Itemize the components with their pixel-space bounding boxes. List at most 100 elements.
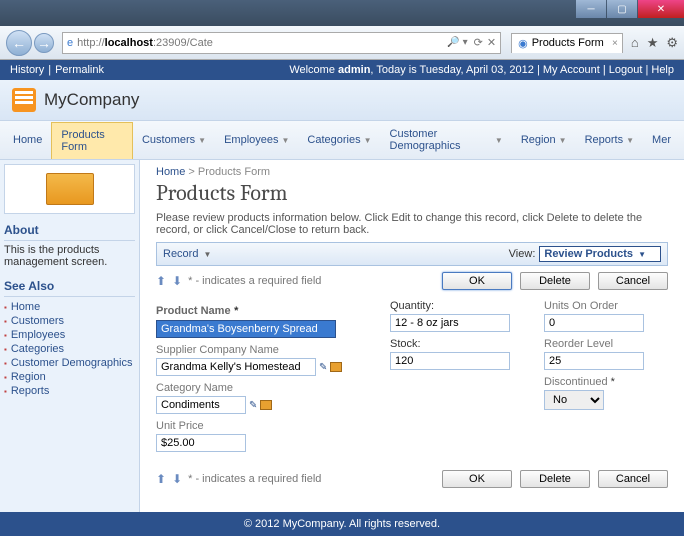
sidebar-item: Region (4, 370, 135, 384)
edit-icon[interactable]: ✎ (249, 400, 257, 411)
brand-name: MyCompany (44, 90, 139, 110)
nav-employees[interactable]: Employees▼ (215, 121, 298, 159)
brand-logo-icon (12, 88, 36, 112)
welcome-prefix: Welcome (289, 64, 338, 76)
lookup-icon[interactable] (330, 362, 342, 372)
window: ─ ▢ ✕ ← → e http://localhost:23909/Cate … (0, 0, 684, 536)
nav-reports[interactable]: Reports▼ (576, 121, 643, 159)
ok-button[interactable]: OK (442, 272, 512, 290)
lookup-icon[interactable] (260, 400, 272, 410)
permalink-link[interactable]: Permalink (55, 64, 104, 76)
sidebar-link-employees[interactable]: Employees (11, 329, 65, 341)
sidebar-link-categories[interactable]: Categories (11, 343, 64, 355)
units-on-order-label: Units On Order (544, 300, 664, 312)
reorder-level-field[interactable] (544, 352, 644, 370)
window-close-button[interactable]: ✕ (638, 0, 684, 18)
settings-icon[interactable]: ⚙ (666, 35, 678, 51)
favorites-icon[interactable]: ★ (647, 35, 659, 51)
delete-button[interactable]: Delete (520, 272, 590, 290)
url-prefix: http:// (77, 37, 105, 49)
nav-customers[interactable]: Customers▼ (133, 121, 215, 159)
forward-button[interactable]: → (34, 33, 54, 53)
ie-icon: e (67, 37, 73, 49)
category-label: Category Name (156, 382, 366, 394)
help-link[interactable]: Help (651, 64, 674, 76)
stop-icon[interactable]: ✕ (487, 36, 496, 49)
sidebar: About This is the products management sc… (0, 160, 140, 512)
cancel-button[interactable]: Cancel (598, 272, 668, 290)
sidebar-item: Customers (4, 314, 135, 328)
history-link[interactable]: History (10, 64, 44, 76)
nav-categories[interactable]: Categories▼ (298, 121, 380, 159)
my-account-link[interactable]: My Account (543, 64, 600, 76)
prev-record-icon[interactable]: ⬆ (156, 274, 166, 288)
page-title: Products Form (156, 180, 668, 206)
next-record-icon[interactable]: ⬇ (172, 472, 182, 486)
sidebar-link-customers[interactable]: Customers (11, 315, 64, 327)
delete-button[interactable]: Delete (520, 470, 590, 488)
about-text: This is the products management screen. (4, 244, 135, 268)
record-menu[interactable]: Record ▼ (163, 248, 211, 260)
tab-favicon: ◉ (518, 37, 528, 50)
browser-toolbar: ← → e http://localhost:23909/Cate 🔎 ▾ ⟳ … (0, 26, 684, 60)
nav-region[interactable]: Region▼ (512, 121, 576, 159)
form-toolbar-top: ⬆ ⬇ * - indicates a required field OK De… (156, 272, 668, 290)
tab-close-icon[interactable]: × (612, 38, 618, 49)
stock-field[interactable] (390, 352, 510, 370)
record-bar: Record ▼ View: Review Products ▼ (156, 242, 668, 266)
quantity-label: Quantity: (390, 300, 520, 312)
category-field[interactable] (156, 396, 246, 414)
logout-link[interactable]: Logout (609, 64, 643, 76)
sidebar-item: Home (4, 300, 135, 314)
content: Home > Products Form Products Form Pleas… (140, 160, 684, 512)
prev-record-icon[interactable]: ⬆ (156, 472, 166, 486)
sidebar-link-reports[interactable]: Reports (11, 385, 50, 397)
unit-price-label: Unit Price (156, 420, 366, 432)
stock-label: Stock: (390, 338, 520, 350)
browser-tab[interactable]: ◉ Products Form × (511, 33, 623, 53)
quantity-field[interactable] (390, 314, 510, 332)
sidebar-link-customer-demographics[interactable]: Customer Demographics (11, 357, 133, 369)
discontinued-select[interactable]: No (544, 390, 604, 410)
address-bar[interactable]: e http://localhost:23909/Cate 🔎 ▾ ⟳ ✕ (62, 32, 501, 54)
required-note: * - indicates a required field (188, 473, 321, 485)
sidebar-item: Customer Demographics (4, 356, 135, 370)
brand-banner: MyCompany (0, 80, 684, 121)
unit-price-field[interactable] (156, 434, 246, 452)
tab-title: Products Form (532, 37, 604, 49)
ok-button[interactable]: OK (442, 470, 512, 488)
window-minimize-button[interactable]: ─ (576, 0, 606, 18)
url-rest: :23909/Cate (153, 37, 213, 49)
form-toolbar-bottom: ⬆ ⬇ * - indicates a required field OK De… (156, 470, 668, 488)
product-name-label: Product Name * (156, 300, 366, 318)
view-label: View: (509, 248, 536, 260)
discontinued-label: Discontinued * (544, 376, 664, 388)
edit-icon[interactable]: ✎ (319, 362, 327, 373)
back-button[interactable]: ← (6, 30, 32, 56)
app-topbar: History | Permalink Welcome admin, Today… (0, 60, 684, 80)
sidebar-link-region[interactable]: Region (11, 371, 46, 383)
breadcrumb: Home > Products Form (156, 166, 668, 178)
units-on-order-field[interactable] (544, 314, 644, 332)
seealso-header: See Also (4, 276, 135, 297)
window-maximize-button[interactable]: ▢ (607, 0, 637, 18)
nav-mer[interactable]: Mer (643, 121, 680, 159)
sidebar-item: Reports (4, 384, 135, 398)
crumb-home[interactable]: Home (156, 166, 185, 178)
about-header: About (4, 220, 135, 241)
search-icon[interactable]: 🔎 ▾ (447, 37, 467, 48)
nav-home[interactable]: Home (4, 121, 51, 159)
nav-products-form[interactable]: Products Form (51, 122, 133, 159)
supplier-label: Supplier Company Name (156, 344, 366, 356)
supplier-field[interactable] (156, 358, 316, 376)
browser-tabs: ◉ Products Form × (511, 33, 623, 53)
view-selector[interactable]: Review Products ▼ (539, 246, 661, 262)
form-columns: Product Name * Supplier Company Name ✎ C… (156, 296, 668, 452)
product-name-field[interactable] (156, 320, 336, 338)
home-icon[interactable]: ⌂ (631, 35, 639, 51)
cancel-button[interactable]: Cancel (598, 470, 668, 488)
sidebar-link-home[interactable]: Home (11, 301, 40, 313)
refresh-icon[interactable]: ⟳ (474, 36, 483, 49)
nav-customer-demographics[interactable]: Customer Demographics▼ (381, 121, 512, 159)
next-record-icon[interactable]: ⬇ (172, 274, 182, 288)
